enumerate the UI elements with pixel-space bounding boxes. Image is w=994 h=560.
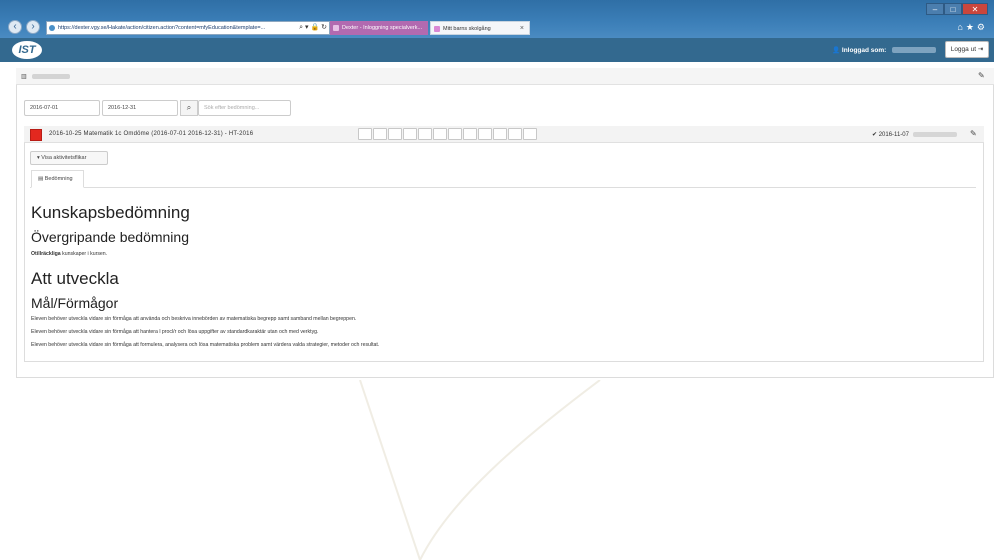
logged-in-info: 👤 Inloggad som: [832,46,937,54]
background-decoration [359,380,601,560]
logout-icon: ⇥ [977,46,984,53]
address-tools-icon[interactable]: ⌕ ▾ 🔒 ↻ [299,22,327,34]
tab-favicon [434,26,440,32]
back-icon[interactable]: ‹ [8,20,22,34]
check-icon: ✔ [872,132,879,138]
grade-box [433,128,447,140]
grade-box [508,128,522,140]
panel-header [16,68,994,85]
browser-tab-dexter[interactable]: Dexter - Inloggning specialverk... [330,21,428,35]
grade-boxes [358,128,538,140]
ist-logo: IST [12,41,42,59]
pencil-icon[interactable]: ✎ [978,71,985,80]
tab-label: Dexter - Inloggning specialverk... [342,25,423,31]
edit-pencil-icon[interactable]: ✎ [970,129,977,138]
heading-kunskapsbedomning: Kunskapsbedömning [31,203,190,222]
tabs-divider [30,187,976,188]
teacher-name-redacted [912,131,957,137]
grade-box [358,128,372,140]
forward-icon[interactable]: › [26,20,40,34]
grade-box [403,128,417,140]
assessment-date-text: 2016-11-07 [878,132,909,138]
goal-line: Eleven behöver utveckla vidare sin förmå… [31,316,357,322]
tab-favicon [333,25,339,31]
grade-box [478,128,492,140]
summary-rest: kunskaper i kursen. [60,251,108,257]
logged-in-label: Inloggad som: [841,47,887,54]
address-bar[interactable]: https://dexter.vgy.se/Hakate/action/citi… [46,21,330,35]
date-to-input[interactable]: 2016-12-31 [102,100,178,116]
close-button[interactable]: ✕ [962,3,988,15]
grade-box [418,128,432,140]
goal-line: Eleven behöver utveckla vidare sin förmå… [31,329,319,335]
grade-box [493,128,507,140]
summary-text: Otillräckliga kunskaper i kursen. [31,251,107,257]
chart-icon: ▥ [21,74,27,80]
grade-box [463,128,477,140]
assessment-title: 2016-10-25 Matematik 1c Omdöme (2016-07-… [49,131,254,137]
user-icon: 👤 [832,47,842,54]
summary-bold: Otillräckliga [31,251,61,257]
assessment-date: ✔ 2016-11-07 [872,131,957,138]
goal-line: Eleven behöver utveckla vidare sin förmå… [31,342,380,348]
grade-box [373,128,387,140]
home-star-gear-icons[interactable]: ⌂★⚙ [957,22,988,33]
minimize-button[interactable]: – [926,3,944,15]
status-indicator [30,129,42,141]
search-icon: ⌕ [186,103,192,112]
maximize-button[interactable]: □ [944,3,962,15]
user-name-redacted [892,47,937,54]
heading-mal-formagor: Mål/Förmågor [31,295,119,311]
grade-box [388,128,402,140]
tab-close-icon[interactable]: × [520,22,524,34]
logout-label: Logga ut [950,46,977,53]
search-input[interactable]: Sök efter bedömning... [198,100,291,116]
student-name-redacted [32,74,70,79]
document-icon: ▤ [38,176,45,182]
tab-label: Mitt barns skolgång [443,26,491,32]
show-activities-button[interactable]: ▾ Visa aktivitetsflikar [30,151,108,165]
browser-tab-mitt-barns[interactable]: Mitt barns skolgång × [430,21,530,35]
browser-chrome: ‹ › https://dexter.vgy.se/Hakate/action/… [0,0,994,38]
window-controls: – □ ✕ [926,3,988,15]
site-icon [49,25,55,31]
tab-bedomning-label: Bedömning [44,176,73,182]
show-activities-label: Visa aktivitetsflikar [41,155,87,161]
grade-box [448,128,462,140]
url-text: https://dexter.vgy.se/Hakate/action/citi… [58,25,266,31]
tab-bedomning[interactable]: ▤ Bedömning [31,170,84,188]
heading-att-utveckla: Att utveckla [31,269,119,288]
grade-box [523,128,537,140]
logout-button[interactable]: Logga ut ⇥ [945,41,989,58]
search-button[interactable]: ⌕ [180,100,198,116]
heading-overgripande: Övergripande bedömning [31,229,189,245]
date-from-input[interactable]: 2016-07-01 [24,100,100,116]
